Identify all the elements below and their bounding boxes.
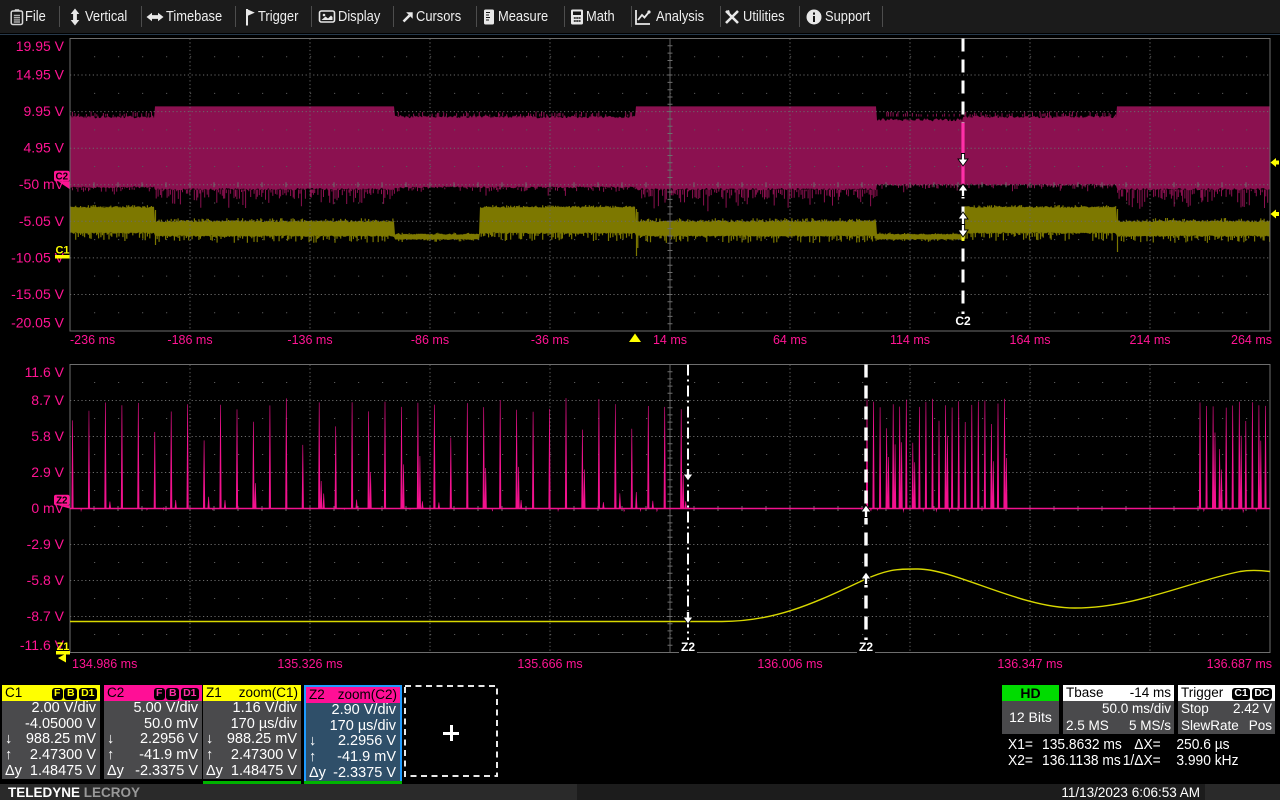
svg-text:-20.05 V: -20.05 V bbox=[11, 315, 65, 331]
svg-text:136.347 ms: 136.347 ms bbox=[997, 657, 1062, 671]
svg-text:114 ms: 114 ms bbox=[890, 333, 930, 347]
svg-text:11.6 V: 11.6 V bbox=[25, 364, 65, 380]
svg-text:C2: C2 bbox=[56, 172, 69, 183]
svg-text:136.687 ms: 136.687 ms bbox=[1207, 657, 1272, 671]
svg-text:135.326 ms: 135.326 ms bbox=[277, 657, 342, 671]
svg-text:14.95 V: 14.95 V bbox=[16, 67, 65, 83]
svg-text:-86 ms: -86 ms bbox=[411, 333, 449, 347]
svg-text:C1: C1 bbox=[55, 245, 69, 257]
svg-text:-136 ms: -136 ms bbox=[287, 333, 332, 347]
svg-text:Z2: Z2 bbox=[56, 496, 68, 507]
svg-text:-186 ms: -186 ms bbox=[167, 333, 212, 347]
svg-text:264 ms: 264 ms bbox=[1231, 333, 1272, 347]
svg-text:8.7 V: 8.7 V bbox=[31, 392, 64, 408]
svg-text:C2: C2 bbox=[955, 314, 971, 328]
svg-text:5.8 V: 5.8 V bbox=[31, 428, 64, 444]
svg-text:164 ms: 164 ms bbox=[1010, 333, 1051, 347]
svg-text:-15.05 V: -15.05 V bbox=[11, 286, 65, 302]
svg-text:9.95 V: 9.95 V bbox=[24, 103, 65, 119]
svg-text:2.9 V: 2.9 V bbox=[31, 464, 64, 480]
svg-text:-8.7 V: -8.7 V bbox=[27, 608, 65, 624]
svg-text:136.006 ms: 136.006 ms bbox=[757, 657, 822, 671]
svg-text:-2.9 V: -2.9 V bbox=[27, 536, 65, 552]
svg-text:214 ms: 214 ms bbox=[1130, 333, 1171, 347]
svg-text:4.95 V: 4.95 V bbox=[24, 140, 65, 156]
svg-text:-5.8 V: -5.8 V bbox=[27, 572, 65, 588]
svg-text:-5.05 V: -5.05 V bbox=[19, 213, 65, 229]
svg-text:135.666 ms: 135.666 ms bbox=[517, 657, 582, 671]
svg-text:Z2: Z2 bbox=[681, 640, 695, 654]
svg-text:14 ms: 14 ms bbox=[653, 333, 687, 347]
svg-text:-236 ms: -236 ms bbox=[70, 333, 115, 347]
svg-text:-36 ms: -36 ms bbox=[531, 333, 569, 347]
svg-text:134.986 ms: 134.986 ms bbox=[72, 657, 137, 671]
svg-text:Z2: Z2 bbox=[859, 640, 873, 654]
svg-text:19.95 V: 19.95 V bbox=[16, 38, 65, 54]
svg-text:64 ms: 64 ms bbox=[773, 333, 807, 347]
